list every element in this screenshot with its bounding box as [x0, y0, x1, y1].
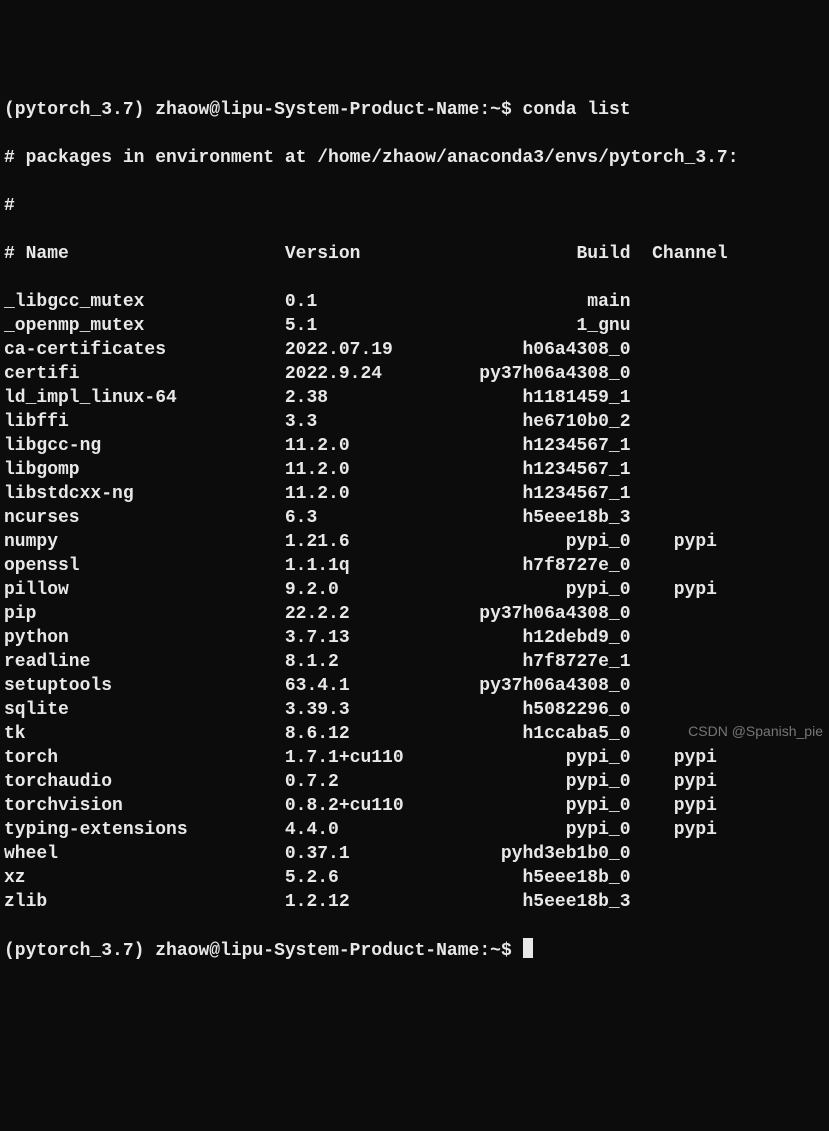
table-row: pip 22.2.2 py37h06a4308_0 — [4, 602, 825, 626]
table-row: numpy 1.21.6 pypi_0 pypi — [4, 530, 825, 554]
table-row: ca-certificates 2022.07.19 h06a4308_0 — [4, 338, 825, 362]
prompt-userhost: zhaow@lipu-System-Product-Name — [155, 941, 479, 961]
table-row: xz 5.2.6 h5eee18b_0 — [4, 866, 825, 890]
prompt-line-top[interactable]: (pytorch_3.7) zhaow@lipu-System-Product-… — [4, 98, 825, 122]
table-row: libgcc-ng 11.2.0 h1234567_1 — [4, 434, 825, 458]
prompt-userhost: zhaow@lipu-System-Product-Name — [155, 100, 479, 120]
table-row: zlib 1.2.12 h5eee18b_3 — [4, 890, 825, 914]
package-list: _libgcc_mutex 0.1 main_openmp_mutex 5.1 … — [4, 290, 825, 914]
table-row: typing-extensions 4.4.0 pypi_0 pypi — [4, 818, 825, 842]
table-row: torchvision 0.8.2+cu110 pypi_0 pypi — [4, 794, 825, 818]
watermark: CSDN @Spanish_pie — [688, 719, 823, 743]
table-row: libgomp 11.2.0 h1234567_1 — [4, 458, 825, 482]
table-row: libstdcxx-ng 11.2.0 h1234567_1 — [4, 482, 825, 506]
prompt-line-bottom[interactable]: (pytorch_3.7) zhaow@lipu-System-Product-… — [4, 938, 825, 963]
table-row: python 3.7.13 h12debd9_0 — [4, 626, 825, 650]
prompt-env: (pytorch_3.7) — [4, 941, 144, 961]
cursor-icon — [523, 938, 533, 958]
table-row: torchaudio 0.7.2 pypi_0 pypi — [4, 770, 825, 794]
table-row: torch 1.7.1+cu110 pypi_0 pypi — [4, 746, 825, 770]
table-row: wheel 0.37.1 pyhd3eb1b0_0 — [4, 842, 825, 866]
prompt-path: ~ — [490, 941, 501, 961]
table-row: ld_impl_linux-64 2.38 h1181459_1 — [4, 386, 825, 410]
table-row: readline 8.1.2 h7f8727e_1 — [4, 650, 825, 674]
table-row: ncurses 6.3 h5eee18b_3 — [4, 506, 825, 530]
prompt-path: ~ — [490, 100, 501, 120]
entered-command: conda list — [523, 100, 631, 120]
table-row: certifi 2022.9.24 py37h06a4308_0 — [4, 362, 825, 386]
table-row: pillow 9.2.0 pypi_0 pypi — [4, 578, 825, 602]
table-row: openssl 1.1.1q h7f8727e_0 — [4, 554, 825, 578]
prompt-env: (pytorch_3.7) — [4, 100, 144, 120]
env-comment-line: # packages in environment at /home/zhaow… — [4, 146, 825, 170]
hash-line: # — [4, 194, 825, 218]
table-row: _libgcc_mutex 0.1 main — [4, 290, 825, 314]
table-row: libffi 3.3 he6710b0_2 — [4, 410, 825, 434]
table-header-row: # Name Version Build Channel — [4, 242, 825, 266]
table-row: setuptools 63.4.1 py37h06a4308_0 — [4, 674, 825, 698]
table-row: _openmp_mutex 5.1 1_gnu — [4, 314, 825, 338]
